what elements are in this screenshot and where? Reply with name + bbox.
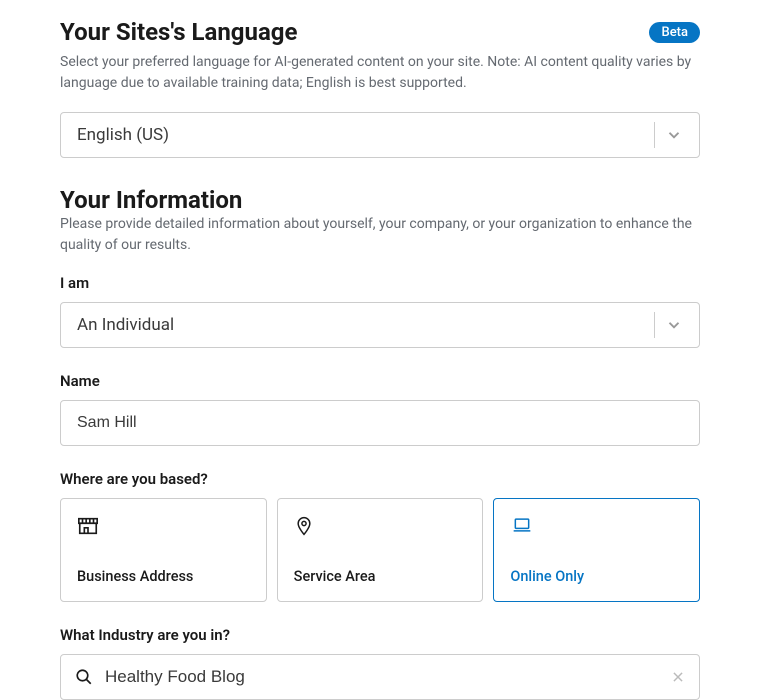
info-subtitle: Please provide detailed information abou… bbox=[60, 214, 700, 256]
iam-label: I am bbox=[60, 274, 700, 292]
info-title: Your Information bbox=[60, 186, 700, 214]
language-select[interactable]: English (US) bbox=[60, 112, 700, 158]
location-option-business[interactable]: Business Address bbox=[60, 498, 267, 602]
chevron-down-icon bbox=[665, 126, 683, 144]
map-pin-icon bbox=[294, 515, 467, 539]
iam-select[interactable]: An Individual bbox=[60, 302, 700, 348]
iam-select-value: An Individual bbox=[77, 315, 654, 335]
storefront-icon bbox=[77, 515, 250, 539]
industry-field: What Industry are you in? bbox=[60, 626, 700, 700]
location-option-online[interactable]: Online Only bbox=[493, 498, 700, 602]
clear-icon[interactable] bbox=[671, 670, 685, 684]
language-select-value: English (US) bbox=[77, 125, 654, 145]
industry-input[interactable] bbox=[105, 667, 659, 687]
name-input[interactable] bbox=[60, 400, 700, 446]
industry-label: What Industry are you in? bbox=[60, 626, 700, 644]
language-title: Your Sites's Language bbox=[60, 18, 297, 46]
location-option-service[interactable]: Service Area bbox=[277, 498, 484, 602]
info-section: Your Information Please provide detailed… bbox=[60, 186, 700, 700]
name-field: Name bbox=[60, 372, 700, 446]
language-subtitle: Select your preferred language for AI-ge… bbox=[60, 52, 700, 94]
name-label: Name bbox=[60, 372, 700, 390]
language-section: Your Sites's Language Beta Select your p… bbox=[60, 18, 700, 158]
industry-search[interactable] bbox=[60, 654, 700, 700]
search-icon bbox=[75, 668, 93, 686]
location-option-label: Business Address bbox=[77, 568, 250, 585]
chevron-down-icon bbox=[665, 316, 683, 334]
location-label: Where are you based? bbox=[60, 470, 700, 488]
select-divider bbox=[654, 122, 655, 148]
beta-badge: Beta bbox=[649, 22, 700, 43]
location-option-label: Service Area bbox=[294, 568, 467, 585]
iam-field: I am An Individual bbox=[60, 274, 700, 348]
laptop-icon bbox=[510, 515, 683, 539]
location-field: Where are you based? Business Address bbox=[60, 470, 700, 602]
select-divider bbox=[654, 312, 655, 338]
location-option-label: Online Only bbox=[510, 568, 683, 585]
